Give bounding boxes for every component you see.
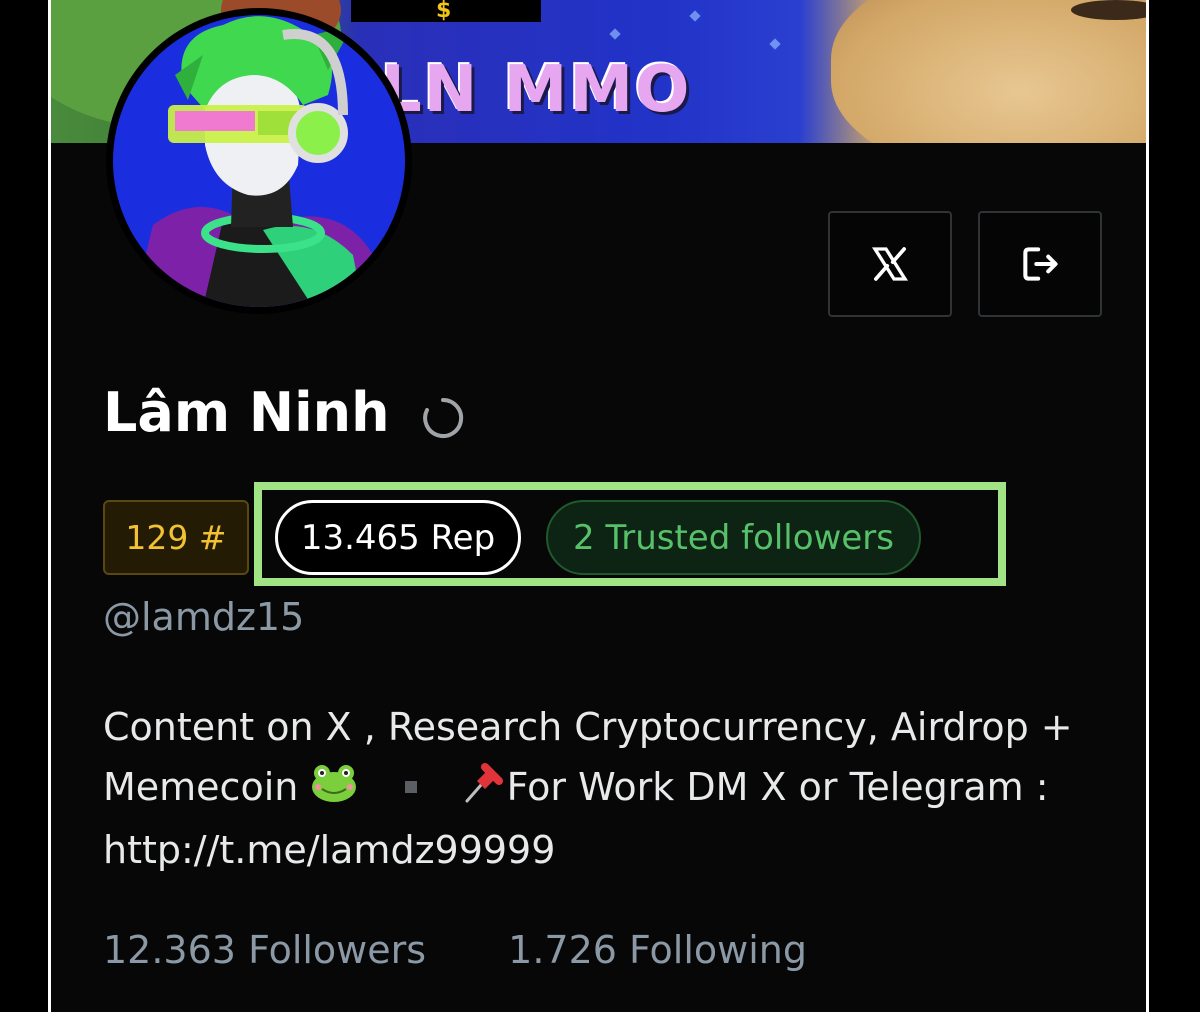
followers-label: Followers: [248, 928, 427, 972]
loading-spinner-icon: [421, 396, 465, 444]
reputation-pill[interactable]: 13.465 Rep: [275, 500, 521, 575]
bio-text: Memecoin: [103, 765, 299, 809]
pushpin-emoji-icon: [463, 759, 507, 820]
bio-text: For Work DM X or Telegram :: [506, 765, 1049, 809]
banner-decoration: [769, 38, 781, 50]
following-count: 1.726: [508, 928, 617, 972]
profile-handle[interactable]: @lamdz15: [103, 595, 304, 639]
logout-icon: [1023, 247, 1058, 281]
profile-name: Lâm Ninh: [103, 381, 390, 444]
rank-badge[interactable]: 129 #: [103, 500, 249, 575]
followers-count: 12.363: [103, 928, 236, 972]
bio-line: Content on X , Research Cryptocurrency, …: [103, 705, 1073, 749]
separator-square: [404, 780, 417, 793]
trusted-followers-pill[interactable]: 2 Trusted followers: [546, 500, 921, 575]
avatar-image: [113, 15, 405, 307]
screen: $ LN MMO Lâm Ninh 129 # 13.465 Rep 2 Tru…: [0, 0, 1200, 1012]
following-label: Following: [629, 928, 808, 972]
banner-art-dog: [831, 0, 1146, 143]
x-logo-icon: [871, 247, 909, 281]
x-profile-button[interactable]: [828, 211, 952, 317]
profile-bio: Content on X , Research Cryptocurrency, …: [103, 697, 1103, 880]
following-stat[interactable]: 1.726 Following: [508, 928, 807, 972]
frog-emoji-icon: [310, 760, 358, 820]
logout-button[interactable]: [978, 211, 1102, 317]
banner-decoration: [609, 28, 621, 40]
bio-link[interactable]: http://t.me/lamdz99999: [103, 820, 1103, 880]
profile-card: $ LN MMO Lâm Ninh 129 # 13.465 Rep 2 Tru…: [48, 0, 1149, 1012]
banner-dollar-sign: $: [436, 0, 452, 23]
avatar[interactable]: [106, 8, 412, 314]
bio-line: Memecoin For Work DM X or Telegram:: [103, 757, 1103, 820]
banner-decoration: [689, 10, 701, 22]
followers-stat[interactable]: 12.363 Followers: [103, 928, 426, 972]
banner-title: LN MMO: [381, 53, 692, 127]
follow-stats: 12.363 Followers 1.726 Following: [103, 928, 877, 972]
